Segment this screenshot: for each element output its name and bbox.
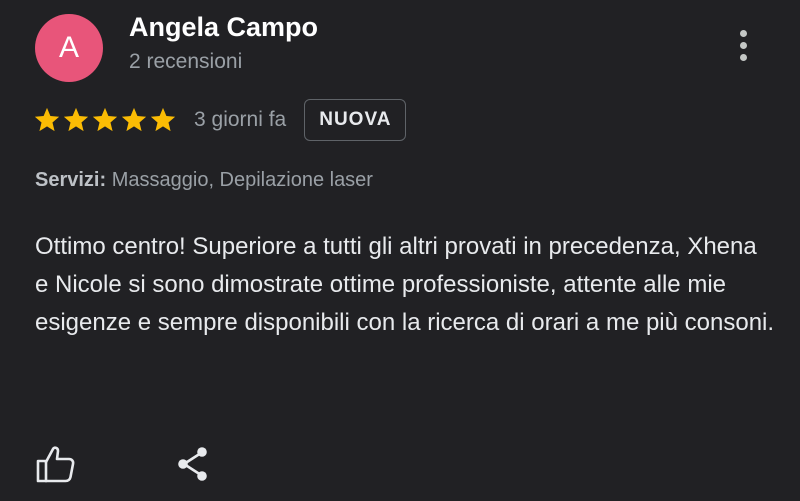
services-line: Servizi: Massaggio, Depilazione laser: [35, 169, 373, 192]
thumbs-up-icon: [36, 446, 75, 483]
menu-dot: [739, 53, 747, 61]
menu-dot: [739, 41, 747, 49]
review-date: 3 giorni fa: [194, 108, 287, 131]
avatar[interactable]: A: [35, 14, 103, 82]
services-value: Massaggio, Depilazione laser: [111, 169, 373, 191]
review-text: Ottimo centro! Superiore a tutti gli alt…: [35, 233, 775, 336]
services-label: Servizi:: [35, 169, 107, 191]
star-icon: [92, 107, 118, 132]
like-button[interactable]: [33, 441, 79, 487]
review-count: 2 recensioni: [129, 50, 243, 73]
menu-dot: [739, 29, 747, 37]
new-badge: NUOVA: [304, 99, 407, 141]
star-rating: [33, 106, 177, 134]
reviewer-name[interactable]: Angela Campo: [129, 12, 318, 43]
star-icon: [63, 107, 89, 132]
share-icon: [178, 447, 207, 481]
rating-row: 3 giorni fa NUOVA: [33, 98, 407, 142]
star-icon: [121, 107, 147, 132]
review-card: A Angela Campo 2 recensioni 3 giorni fa …: [0, 0, 800, 501]
star-icon: [34, 107, 60, 132]
star-icon: [150, 107, 176, 132]
more-vertical-icon[interactable]: [722, 22, 764, 68]
share-button[interactable]: [170, 441, 216, 487]
